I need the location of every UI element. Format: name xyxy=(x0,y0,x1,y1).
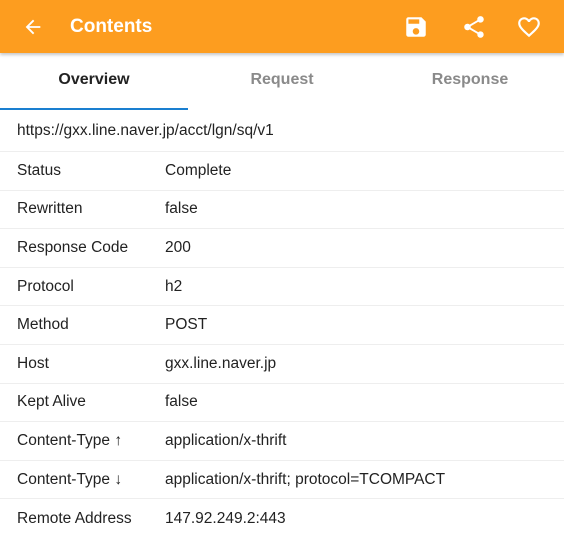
save-icon xyxy=(406,17,426,37)
row-value: gxx.line.naver.jp xyxy=(165,354,277,372)
app-bar: Contents xyxy=(0,0,564,53)
row-key: Kept Alive xyxy=(17,393,86,411)
row-value: false xyxy=(165,200,198,218)
tab-bar: Overview Request Response xyxy=(0,53,564,110)
row-value: application/x-thrift xyxy=(165,431,287,449)
share-icon xyxy=(464,16,484,38)
table-row: Kept Alive false xyxy=(0,384,564,423)
request-url: https://gxx.line.naver.jp/acct/lgn/sq/v1 xyxy=(0,110,564,152)
overview-panel: https://gxx.line.naver.jp/acct/lgn/sq/v1… xyxy=(0,110,564,538)
table-row: Protocol h2 xyxy=(0,268,564,307)
table-row: Method POST xyxy=(0,306,564,345)
row-value: 147.92.249.2:443 xyxy=(165,509,286,527)
tab-response[interactable]: Response xyxy=(376,53,564,110)
table-row: Content-Type ↑ application/x-thrift xyxy=(0,422,564,461)
row-key: Remote Address xyxy=(17,509,132,527)
row-key: Method xyxy=(17,316,69,334)
row-key: Status xyxy=(17,161,61,179)
heart-icon xyxy=(518,17,540,38)
table-row: Content-Type ↓ application/x-thrift; pro… xyxy=(0,461,564,500)
page-title: Contents xyxy=(70,16,153,37)
row-key: Host xyxy=(17,354,49,372)
row-value: Complete xyxy=(165,161,232,179)
row-value: h2 xyxy=(165,277,183,295)
tab-request[interactable]: Request xyxy=(188,53,376,110)
row-key: Rewritten xyxy=(17,200,83,218)
table-row: Status Complete xyxy=(0,152,564,191)
table-row: Response Code 200 xyxy=(0,229,564,268)
back-arrow-icon xyxy=(25,19,41,35)
back-button[interactable] xyxy=(18,12,48,42)
row-key: Protocol xyxy=(17,277,74,295)
table-row: Host gxx.line.naver.jp xyxy=(0,345,564,384)
table-row: Remote Address 147.92.249.2:443 xyxy=(0,499,564,538)
share-button[interactable] xyxy=(458,11,490,43)
table-row: Rewritten false xyxy=(0,191,564,230)
row-value: false xyxy=(165,393,198,411)
row-key: Response Code xyxy=(17,238,129,256)
row-value: application/x-thrift; protocol=TCOMPACT xyxy=(165,470,446,488)
row-value: POST xyxy=(165,316,208,334)
row-key: Content-Type ↓ xyxy=(17,470,123,488)
row-key: Content-Type ↑ xyxy=(17,431,123,449)
tab-overview[interactable]: Overview xyxy=(0,53,188,110)
row-value: 200 xyxy=(165,238,191,256)
favorite-button[interactable] xyxy=(513,11,545,43)
save-button[interactable] xyxy=(400,11,432,43)
